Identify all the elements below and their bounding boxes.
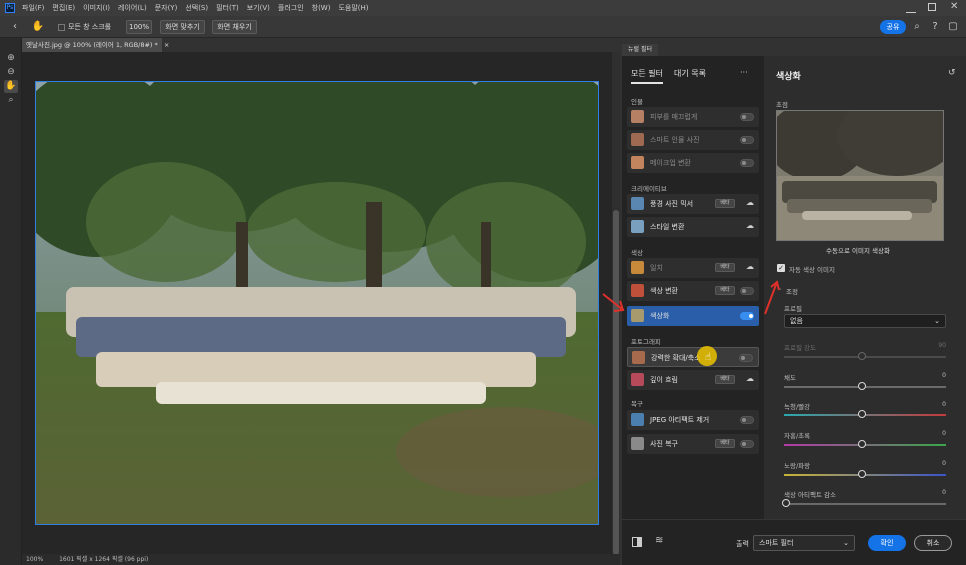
annotation-arrows <box>602 280 780 315</box>
hand-cursor-icon: ☝ <box>705 352 712 363</box>
photoshop-window: Ps 파일(F) 편집(E) 이미지(I) 레이어(L) 문자(Y) 선택(S)… <box>0 0 966 565</box>
